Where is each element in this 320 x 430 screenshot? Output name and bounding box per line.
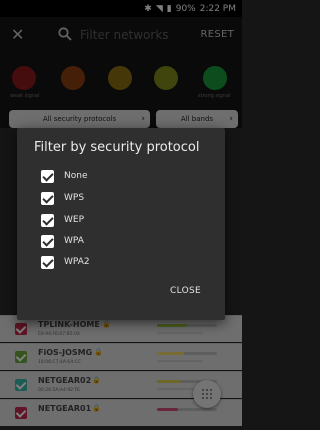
checkbox-checked[interactable] xyxy=(41,213,54,227)
option-wpa[interactable]: WPA xyxy=(41,233,84,249)
option-label: WPA2 xyxy=(64,257,90,267)
option-label: None xyxy=(64,171,88,181)
option-wps[interactable]: WPS xyxy=(41,190,84,206)
checkbox-checked[interactable] xyxy=(41,255,54,269)
option-wep[interactable]: WEP xyxy=(41,212,84,228)
checkbox-checked[interactable] xyxy=(41,191,54,205)
option-label: WPS xyxy=(64,193,85,203)
option-wpa2[interactable]: WPA2 xyxy=(41,254,90,270)
option-label: WEP xyxy=(64,215,85,225)
option-none[interactable]: None xyxy=(41,168,87,184)
dialog-title: Filter by security protocol xyxy=(34,140,200,155)
checkbox-checked[interactable] xyxy=(41,169,54,183)
checkbox-checked[interactable] xyxy=(41,234,54,248)
close-button[interactable]: CLOSE xyxy=(170,286,201,296)
security-protocol-dialog: Filter by security protocol None WPS WEP… xyxy=(17,128,225,320)
option-label: WPA xyxy=(64,236,84,246)
